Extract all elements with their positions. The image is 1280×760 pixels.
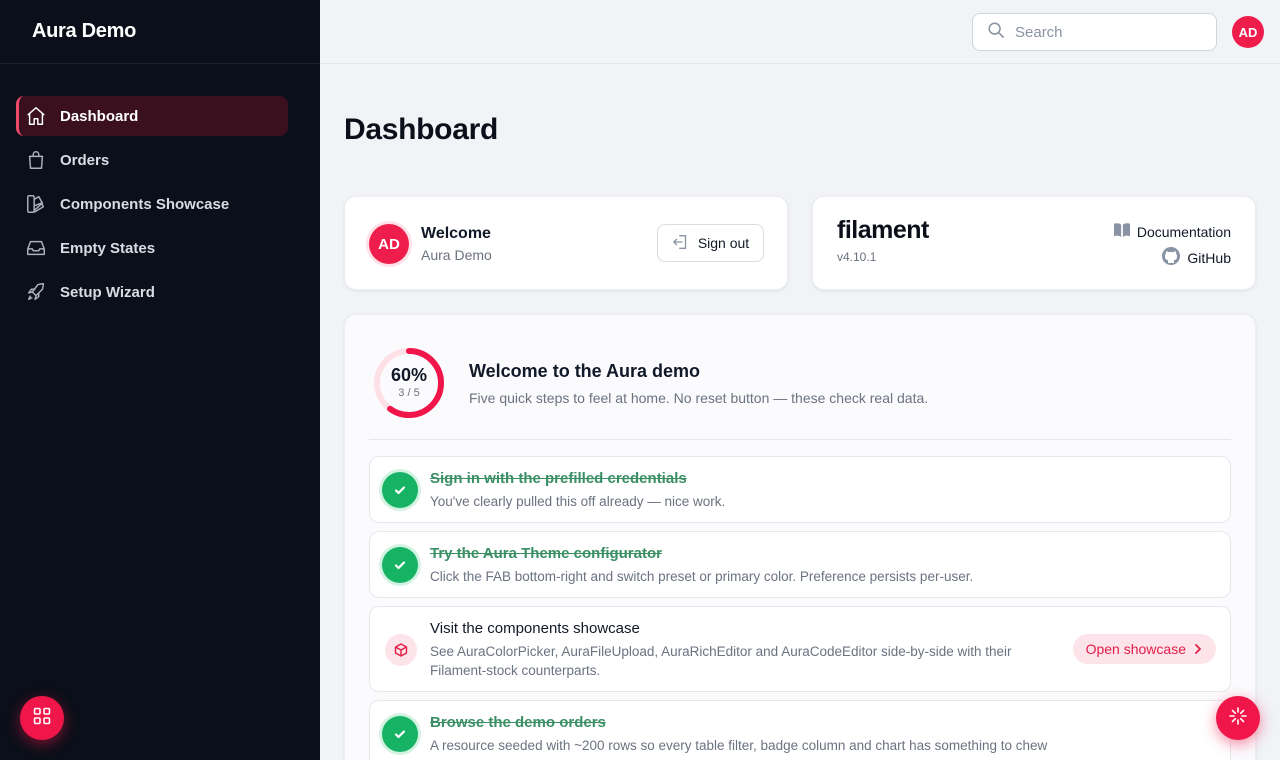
sidebar-item-orders[interactable]: Orders xyxy=(16,140,304,180)
step-title: Try the Aura Theme configurator xyxy=(430,545,662,562)
sidebar-item-empty-states[interactable]: Empty States xyxy=(16,228,304,268)
brand: Aura Demo xyxy=(0,0,320,64)
shopping-bag-icon xyxy=(24,148,48,172)
welcome-subtitle: Aura Demo xyxy=(421,247,492,263)
github-link[interactable]: GitHub xyxy=(1161,246,1231,269)
divider xyxy=(369,439,1231,440)
check-icon xyxy=(382,716,418,752)
swatch-icon xyxy=(24,192,48,216)
step-item-components-showcase: Visit the components showcase See AuraCo… xyxy=(369,606,1231,692)
filament-info-card: filament v4.10.1 Documentation GitHub xyxy=(812,196,1256,290)
step-item-theme-configurator: Try the Aura Theme configurator Click th… xyxy=(369,531,1231,598)
sign-out-label: Sign out xyxy=(697,235,750,251)
sidebar-item-dashboard[interactable]: Dashboard xyxy=(16,96,288,136)
step-item-sign-in: Sign in with the prefilled credentials Y… xyxy=(369,456,1231,523)
sidebar-item-label: Dashboard xyxy=(60,107,139,125)
step-item-demo-orders: Browse the demo orders A resource seeded… xyxy=(369,700,1231,760)
open-showcase-button[interactable]: Open showcase xyxy=(1072,634,1216,664)
inbox-icon xyxy=(24,236,48,260)
apps-fab-button[interactable] xyxy=(20,696,64,740)
step-title: Browse the demo orders xyxy=(430,714,606,731)
topbar: AD xyxy=(320,0,1280,64)
progress-fraction: 3 / 5 xyxy=(398,387,420,399)
onboarding-card: 60% 3 / 5 Welcome to the Aura demo Five … xyxy=(344,314,1256,760)
sidebar-item-components-showcase[interactable]: Components Showcase xyxy=(16,184,304,224)
grid-icon xyxy=(33,707,51,730)
avatar: AD xyxy=(369,224,409,264)
user-avatar[interactable]: AD xyxy=(1232,16,1264,48)
open-showcase-label: Open showcase xyxy=(1085,641,1186,657)
filament-logo: filament xyxy=(837,216,929,244)
progress-ring: 60% 3 / 5 xyxy=(371,345,447,421)
progress-percent: 60% xyxy=(390,365,428,385)
step-title: Visit the components showcase xyxy=(430,620,640,637)
sidebar-item-label: Orders xyxy=(60,151,110,169)
welcome-title: Welcome xyxy=(421,225,491,242)
sidebar-item-setup-wizard[interactable]: Setup Wizard xyxy=(16,272,304,312)
filament-version: v4.10.1 xyxy=(837,250,877,264)
step-title: Sign in with the prefilled credentials xyxy=(430,470,687,487)
step-description: You've clearly pulled this off already —… xyxy=(430,494,726,509)
home-icon xyxy=(24,104,48,128)
sign-out-icon xyxy=(672,233,698,254)
search-box[interactable] xyxy=(972,13,1217,51)
documentation-label: Documentation xyxy=(1136,223,1231,240)
theme-configurator-fab-button[interactable] xyxy=(1216,696,1260,740)
page-title: Dashboard xyxy=(344,113,498,146)
sidebar-item-label: Components Showcase xyxy=(60,195,230,213)
check-icon xyxy=(382,472,418,508)
check-icon xyxy=(382,547,418,583)
step-description: A resource seeded with ~200 rows so ever… xyxy=(430,738,1048,760)
step-description: Click the FAB bottom-right and switch pr… xyxy=(430,569,974,584)
book-icon xyxy=(1113,222,1137,241)
sparkle-icon xyxy=(1228,706,1248,731)
documentation-link[interactable]: Documentation xyxy=(1113,222,1231,241)
sidebar-item-label: Setup Wizard xyxy=(60,283,155,301)
sidebar: Aura Demo Dashboard Orders Components Sh… xyxy=(0,0,320,760)
sidebar-item-label: Empty States xyxy=(60,239,156,257)
app-title[interactable]: Aura Demo xyxy=(32,20,136,43)
rocket-icon xyxy=(24,280,48,304)
sign-out-button[interactable]: Sign out xyxy=(657,224,764,262)
search-icon xyxy=(987,21,1005,44)
onboarding-subtitle: Five quick steps to feel at home. No res… xyxy=(469,390,929,406)
welcome-card: AD Welcome Aura Demo Sign out xyxy=(344,196,788,290)
github-icon xyxy=(1161,246,1187,269)
sidebar-nav: Dashboard Orders Components Showcase Emp… xyxy=(0,64,320,312)
github-label: GitHub xyxy=(1187,249,1231,266)
cube-icon xyxy=(385,634,417,666)
step-description: See AuraColorPicker, AuraFileUpload, Aur… xyxy=(430,644,1012,678)
chevron-right-icon xyxy=(1186,641,1202,657)
search-input[interactable] xyxy=(1015,23,1195,41)
onboarding-title: Welcome to the Aura demo xyxy=(469,361,701,381)
